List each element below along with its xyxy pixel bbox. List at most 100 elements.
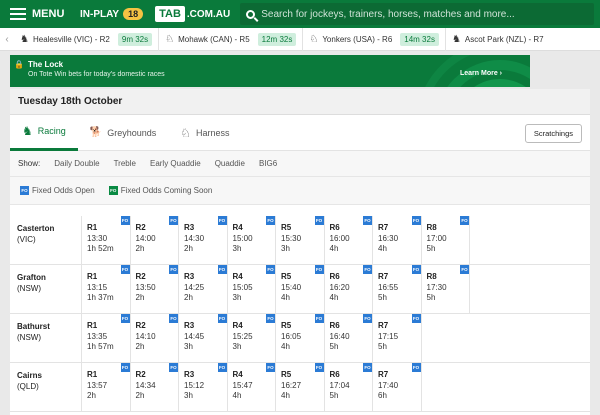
horse-icon: ♞: [451, 33, 461, 45]
race-cell[interactable]: FO R7 16:30 4h: [373, 216, 422, 264]
race-cell[interactable]: FO R8 17:30 5h: [422, 265, 470, 313]
legend-label: Fixed Odds Coming Soon: [120, 186, 213, 195]
race-cell[interactable]: FO R1 13:57 2h: [82, 363, 131, 411]
race-cell[interactable]: FO R1 13:35 1h 57m: [82, 314, 131, 362]
lock-icon: 🔒: [14, 60, 24, 69]
in-play-button[interactable]: IN-PLAY 18: [80, 8, 144, 20]
race-cell[interactable]: FO R5 16:27 4h: [276, 363, 325, 411]
next-to-go-item[interactable]: ♞ Ascot Park (NZL) - R7: [446, 28, 550, 51]
fo-open-badge: FO: [314, 265, 324, 274]
race-countdown: 5h: [329, 391, 339, 400]
fo-open-badge: FO: [20, 186, 29, 195]
fo-open-badge: FO: [217, 265, 227, 274]
race-time: 13:35: [87, 331, 108, 341]
race-time: 16:40: [329, 331, 350, 341]
filter-big6[interactable]: BIG6: [259, 159, 277, 168]
race-countdown: 3h: [232, 244, 242, 253]
tab-greyhounds[interactable]: 🐕 Greyhounds: [78, 115, 168, 151]
harness-icon: ♘: [180, 125, 192, 140]
race-cell[interactable]: FO R5 15:40 4h: [276, 265, 325, 313]
next-to-go-countdown: 14m 32s: [400, 32, 439, 46]
meeting-venue[interactable]: Grafton (NSW): [10, 265, 82, 313]
race-cell[interactable]: FO R2 14:00 2h: [131, 216, 179, 264]
race-cell[interactable]: FO R4 15:00 3h: [228, 216, 276, 264]
filter-quaddie[interactable]: Quaddie: [215, 159, 245, 168]
race-time: 14:30: [184, 233, 205, 243]
race-cell[interactable]: FO R3 14:45 3h: [179, 314, 228, 362]
tab-label: Greyhounds: [107, 127, 157, 138]
race-cell[interactable]: FO R7 17:40 6h: [373, 363, 422, 411]
race-cell[interactable]: FO R3 15:12 3h: [179, 363, 228, 411]
fo-open-badge: FO: [266, 363, 275, 372]
race-cell[interactable]: FO R3 14:30 2h: [179, 216, 228, 264]
race-time: 13:30: [87, 233, 108, 243]
filter-daily-double[interactable]: Daily Double: [54, 159, 99, 168]
next-to-go-item[interactable]: ♘ Mohawk (CAN) - R5 12m 32s: [159, 27, 304, 51]
race-cell[interactable]: FO R4 15:05 3h: [228, 265, 276, 313]
race-cell[interactable]: FO R2 14:34 2h: [131, 363, 179, 411]
fo-open-badge: FO: [314, 363, 324, 372]
meeting-venue[interactable]: Casterton (VIC): [10, 216, 82, 264]
learn-more-link[interactable]: Learn More ›: [460, 70, 502, 77]
horse-icon: ♞: [22, 124, 33, 138]
race-countdown: 2h: [135, 293, 145, 302]
in-play-label: IN-PLAY: [80, 8, 120, 20]
fixed-odds-legend: FO Fixed Odds Open FO Fixed Odds Coming …: [10, 177, 590, 205]
greyhound-icon: 🐕: [89, 127, 103, 138]
scratchings-button[interactable]: Scratchings: [524, 124, 582, 143]
race-time: 16:05: [281, 331, 302, 341]
race-cell[interactable]: FO R2 13:50 2h: [131, 265, 179, 313]
chevron-left-icon[interactable]: ‹: [0, 34, 14, 45]
race-time: 17:00: [426, 233, 447, 243]
race-time: 17:30: [426, 282, 447, 292]
venue-state: (VIC): [17, 235, 36, 244]
next-to-go-item[interactable]: ♘ Yonkers (USA) - R6 14m 32s: [303, 27, 446, 51]
race-cell[interactable]: FO R6 16:00 4h: [325, 216, 373, 264]
filter-treble[interactable]: Treble: [114, 159, 136, 168]
venue-name: Cairns: [17, 371, 42, 380]
harness-icon: ♘: [309, 33, 319, 45]
race-countdown: 2h: [184, 244, 193, 253]
fo-open-badge: FO: [363, 216, 372, 225]
race-countdown: 1h 37m: [87, 293, 114, 302]
next-to-go-name: Healesville (VIC) - R2: [32, 34, 110, 44]
tab-racing[interactable]: ♞ Racing: [10, 115, 78, 151]
race-countdown: 4h: [329, 244, 339, 253]
race-cell[interactable]: FO R4 15:47 4h: [228, 363, 276, 411]
race-time: 16:30: [378, 233, 399, 243]
meeting-venue[interactable]: Bathurst (NSW): [10, 314, 82, 362]
promo-banner[interactable]: 🔒 The Lock On Tote Win bets for today's …: [10, 55, 530, 87]
search-bar[interactable]: [240, 3, 594, 25]
race-cell[interactable]: FO R7 16:55 5h: [373, 265, 422, 313]
next-to-go-name: Ascot Park (NZL) - R7: [464, 34, 544, 44]
race-countdown: 4h: [232, 391, 242, 400]
race-cell[interactable]: FO R4 15:25 3h: [228, 314, 276, 362]
race-time: 15:40: [281, 282, 302, 292]
race-cell[interactable]: FO R6 17:04 5h: [325, 363, 373, 411]
meeting-venue[interactable]: Cairns (QLD): [10, 363, 82, 411]
filter-early-quaddie[interactable]: Early Quaddie: [150, 159, 201, 168]
race-countdown: 5h: [426, 244, 436, 253]
menu-button[interactable]: MENU: [0, 0, 70, 28]
legend-fo-open: FO Fixed Odds Open: [20, 186, 95, 195]
next-to-go-item[interactable]: ♞ Healesville (VIC) - R2 9m 32s: [14, 27, 160, 51]
search-input[interactable]: [261, 8, 594, 20]
race-cell[interactable]: FO R2 14:10 2h: [131, 314, 179, 362]
tab-logo[interactable]: TAB .COM.AU: [155, 6, 230, 22]
race-cell[interactable]: FO R1 13:15 1h 37m: [82, 265, 131, 313]
race-cell[interactable]: FO R8 17:00 5h: [422, 216, 470, 264]
race-cell[interactable]: FO R3 14:25 2h: [179, 265, 228, 313]
in-play-count-badge: 18: [123, 8, 144, 20]
menu-label: MENU: [32, 8, 65, 20]
race-countdown: 4h: [281, 342, 290, 351]
race-cell[interactable]: FO R5 16:05 4h: [276, 314, 325, 362]
race-cell[interactable]: FO R6 16:20 4h: [325, 265, 373, 313]
next-to-go-countdown: 12m 32s: [257, 32, 297, 46]
race-cell[interactable]: FO R7 17:15 5h: [373, 314, 422, 362]
race-cell[interactable]: FO R5 15:30 3h: [276, 216, 325, 264]
banner-title: The Lock: [28, 60, 64, 69]
race-countdown: 2h: [135, 391, 145, 400]
tab-harness[interactable]: ♘ Harness: [168, 115, 241, 151]
race-cell[interactable]: FO R1 13:30 1h 52m: [82, 216, 131, 264]
race-cell[interactable]: FO R6 16:40 5h: [325, 314, 373, 362]
